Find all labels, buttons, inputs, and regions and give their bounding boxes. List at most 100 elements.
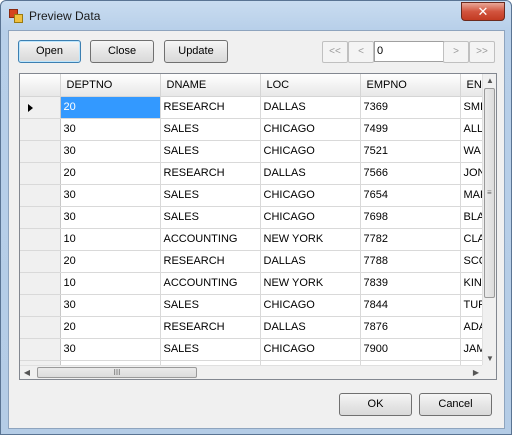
- grid-cell[interactable]: 30: [60, 338, 161, 361]
- grid-cell[interactable]: WA: [460, 140, 483, 163]
- next-record-button[interactable]: >: [443, 41, 469, 63]
- cancel-button[interactable]: Cancel: [419, 393, 492, 416]
- grid-cell[interactable]: ALL: [460, 118, 483, 141]
- scroll-right-arrow-icon[interactable]: ▶: [469, 366, 483, 379]
- grid-cell[interactable]: NEW YORK: [260, 228, 361, 251]
- grid-cell[interactable]: 7839: [360, 272, 461, 295]
- table-row[interactable]: 30 SALES CHICAGO 7521 WA: [20, 140, 483, 163]
- table-row[interactable]: 20 RESEARCH DALLAS 7369 SMI: [20, 96, 483, 119]
- grid-cell[interactable]: 20: [60, 162, 161, 185]
- table-row[interactable]: 10 ACCOUNTING NEW YORK 7839 KIN: [20, 272, 483, 295]
- grid-cell[interactable]: DALLAS: [260, 96, 361, 119]
- grid-cell[interactable]: 7844: [360, 294, 461, 317]
- row-header[interactable]: [20, 96, 61, 119]
- column-header-empno[interactable]: EMPNO: [360, 74, 461, 97]
- grid-cell[interactable]: JAM: [460, 338, 483, 361]
- open-button[interactable]: Open: [18, 40, 81, 63]
- grid-cell[interactable]: NEW YORK: [260, 272, 361, 295]
- table-row[interactable]: 20RESEARCHDALLAS7876ADA: [20, 316, 483, 339]
- grid-cell[interactable]: ACCOUNTING: [160, 228, 261, 251]
- scroll-up-arrow-icon[interactable]: ▲: [483, 74, 496, 88]
- ok-button[interactable]: OK: [339, 393, 412, 416]
- grid-cell[interactable]: MAF: [460, 184, 483, 207]
- grid-cell[interactable]: KIN: [460, 272, 483, 295]
- grid-cell[interactable]: CHICAGO: [260, 184, 361, 207]
- row-header[interactable]: [20, 250, 61, 273]
- grid-cell[interactable]: SCO: [460, 250, 483, 273]
- grid-cell[interactable]: RESEARCH: [160, 250, 261, 273]
- window-close-button[interactable]: ✕: [461, 2, 505, 21]
- row-header[interactable]: [20, 228, 61, 251]
- row-header[interactable]: [20, 294, 61, 317]
- column-header-loc[interactable]: LOC: [260, 74, 361, 97]
- grid-cell[interactable]: SALES: [160, 206, 261, 229]
- horizontal-scrollbar[interactable]: ◀ III ▶: [20, 365, 483, 379]
- grid-cell[interactable]: 7876: [360, 316, 461, 339]
- table-row[interactable]: 20RESEARCHDALLAS7566JON: [20, 162, 483, 185]
- table-row[interactable]: 30 SALES CHICAGO 7499 ALL: [20, 118, 483, 141]
- grid-cell[interactable]: RESEARCH: [160, 162, 261, 185]
- row-header[interactable]: [20, 316, 61, 339]
- grid-cell[interactable]: JON: [460, 162, 483, 185]
- column-header-deptno[interactable]: DEPTNO: [60, 74, 161, 97]
- update-button[interactable]: Update: [164, 40, 228, 63]
- grid-cell[interactable]: RESEARCH: [160, 316, 261, 339]
- grid-cell[interactable]: DALLAS: [260, 250, 361, 273]
- grid-cell[interactable]: ADA: [460, 316, 483, 339]
- grid-cell[interactable]: 30: [60, 118, 161, 141]
- row-header[interactable]: [20, 184, 61, 207]
- grid-cell[interactable]: 7566: [360, 162, 461, 185]
- grid-cell[interactable]: 20: [60, 316, 161, 339]
- grid-cell[interactable]: DALLAS: [260, 316, 361, 339]
- grid-cell[interactable]: SMI: [460, 96, 483, 119]
- grid-cell[interactable]: CHICAGO: [260, 294, 361, 317]
- grid-cell[interactable]: CHICAGO: [260, 118, 361, 141]
- close-button[interactable]: Close: [90, 40, 154, 63]
- row-header[interactable]: [20, 206, 61, 229]
- grid-cell[interactable]: 30: [60, 140, 161, 163]
- grid-cell[interactable]: BLA: [460, 206, 483, 229]
- column-header-ename[interactable]: EN: [460, 74, 483, 97]
- table-row[interactable]: 30 SALES CHICAGO 7844 TUF: [20, 294, 483, 317]
- row-header[interactable]: [20, 118, 61, 141]
- grid-cell[interactable]: 7654: [360, 184, 461, 207]
- grid-cell[interactable]: SALES: [160, 338, 261, 361]
- grid-cell[interactable]: 20: [60, 96, 161, 119]
- previous-record-button[interactable]: <: [348, 41, 374, 63]
- row-header[interactable]: [20, 338, 61, 361]
- grid-cell[interactable]: 10: [60, 272, 161, 295]
- grid-cell[interactable]: SALES: [160, 140, 261, 163]
- row-header[interactable]: [20, 140, 61, 163]
- grid-cell[interactable]: 7788: [360, 250, 461, 273]
- data-grid[interactable]: DEPTNO DNAME LOC EMPNO EN 20 RESEARCH DALL…: [19, 73, 497, 380]
- grid-cell[interactable]: 30: [60, 184, 161, 207]
- grid-cell[interactable]: 7782: [360, 228, 461, 251]
- grid-cell[interactable]: 7698: [360, 206, 461, 229]
- vertical-scrollbar[interactable]: ▲ ≡ ▼: [482, 74, 496, 366]
- title-bar[interactable]: Preview Data ✕: [1, 1, 511, 31]
- table-row[interactable]: 20RESEARCHDALLAS7788SCO: [20, 250, 483, 273]
- grid-cell[interactable]: 7499: [360, 118, 461, 141]
- grid-cell[interactable]: 10: [60, 228, 161, 251]
- row-header[interactable]: [20, 272, 61, 295]
- grid-cell[interactable]: ACCOUNTING: [160, 272, 261, 295]
- grid-cell[interactable]: CHICAGO: [260, 140, 361, 163]
- grid-cell[interactable]: CHICAGO: [260, 206, 361, 229]
- grid-cell[interactable]: CLA: [460, 228, 483, 251]
- table-row[interactable]: 30SALESCHICAGO7900JAM: [20, 338, 483, 361]
- record-position-input[interactable]: 0: [374, 41, 444, 62]
- grid-cell[interactable]: TUF: [460, 294, 483, 317]
- grid-cell[interactable]: 20: [60, 250, 161, 273]
- last-record-button[interactable]: >>: [469, 41, 495, 63]
- grid-cell[interactable]: 30: [60, 294, 161, 317]
- row-header[interactable]: [20, 162, 61, 185]
- scroll-left-arrow-icon[interactable]: ◀: [20, 366, 34, 379]
- grid-cell[interactable]: CHICAGO: [260, 338, 361, 361]
- first-record-button[interactable]: <<: [322, 41, 348, 63]
- scroll-down-arrow-icon[interactable]: ▼: [483, 352, 496, 366]
- vertical-scroll-thumb[interactable]: ≡: [484, 88, 495, 298]
- grid-cell[interactable]: 7369: [360, 96, 461, 119]
- grid-cell[interactable]: RESEARCH: [160, 96, 261, 119]
- column-header-dname[interactable]: DNAME: [160, 74, 261, 97]
- grid-cell[interactable]: SALES: [160, 184, 261, 207]
